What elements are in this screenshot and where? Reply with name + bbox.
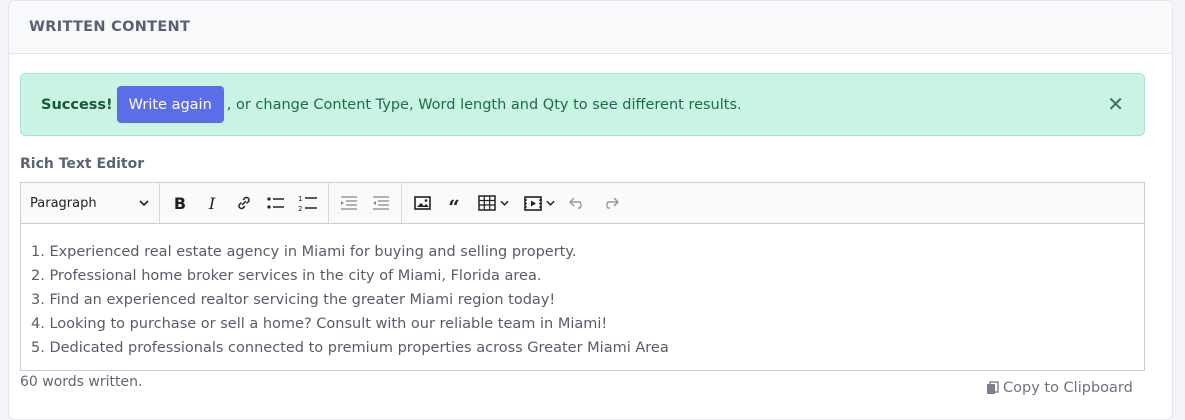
undo-icon[interactable] — [562, 188, 594, 218]
link-icon[interactable] — [228, 188, 260, 218]
clipboard-icon — [987, 381, 999, 394]
content-line: 2. Professional home broker services in … — [31, 268, 542, 284]
editor-toolbar: Paragraph B I 12 “ — [21, 183, 1144, 224]
alert-strong: Success! — [41, 96, 113, 113]
blockquote-icon[interactable]: “ — [438, 188, 470, 218]
table-icon[interactable] — [470, 188, 516, 218]
chevron-down-icon — [499, 200, 509, 206]
close-icon[interactable]: ✕ — [1107, 91, 1124, 115]
word-count: 60 words written. — [20, 374, 143, 390]
redo-icon[interactable] — [594, 188, 626, 218]
editor-label: Rich Text Editor — [20, 156, 145, 172]
write-again-button[interactable]: Write again — [116, 86, 224, 123]
chevron-down-icon — [139, 200, 149, 206]
editor-content[interactable]: 1. Experienced real estate agency in Mia… — [21, 224, 1144, 376]
content-line: 5. Dedicated professionals connected to … — [31, 340, 669, 356]
content-line: 1. Experienced real estate agency in Mia… — [31, 244, 577, 260]
media-icon[interactable] — [516, 188, 562, 218]
svg-text:2: 2 — [298, 205, 302, 212]
image-icon[interactable] — [406, 188, 438, 218]
copy-to-clipboard-button[interactable]: Copy to Clipboard — [986, 380, 1133, 396]
rich-text-editor: Paragraph B I 12 “ 1. Experienced real e… — [20, 182, 1145, 371]
content-line: 4. Looking to purchase or sell a home? C… — [31, 316, 608, 332]
content-line: 3. Find an experienced realtor servicing… — [31, 292, 556, 308]
paragraph-select[interactable]: Paragraph — [21, 183, 159, 223]
card-title: WRITTEN CONTENT — [9, 1, 1172, 54]
outdent-icon[interactable] — [365, 188, 397, 218]
success-alert: Success! Write again , or change Content… — [20, 73, 1145, 136]
alert-message: , or change Content Type, Word length an… — [226, 96, 742, 113]
bold-icon[interactable]: B — [164, 188, 196, 218]
italic-icon[interactable]: I — [196, 188, 228, 218]
copy-label: Copy to Clipboard — [1003, 380, 1133, 396]
paragraph-select-label: Paragraph — [30, 195, 97, 211]
chevron-down-icon — [545, 200, 555, 206]
numbered-list-icon[interactable]: 12 — [292, 188, 324, 218]
bulleted-list-icon[interactable] — [260, 188, 292, 218]
svg-text:1: 1 — [298, 195, 302, 203]
indent-icon[interactable] — [333, 188, 365, 218]
